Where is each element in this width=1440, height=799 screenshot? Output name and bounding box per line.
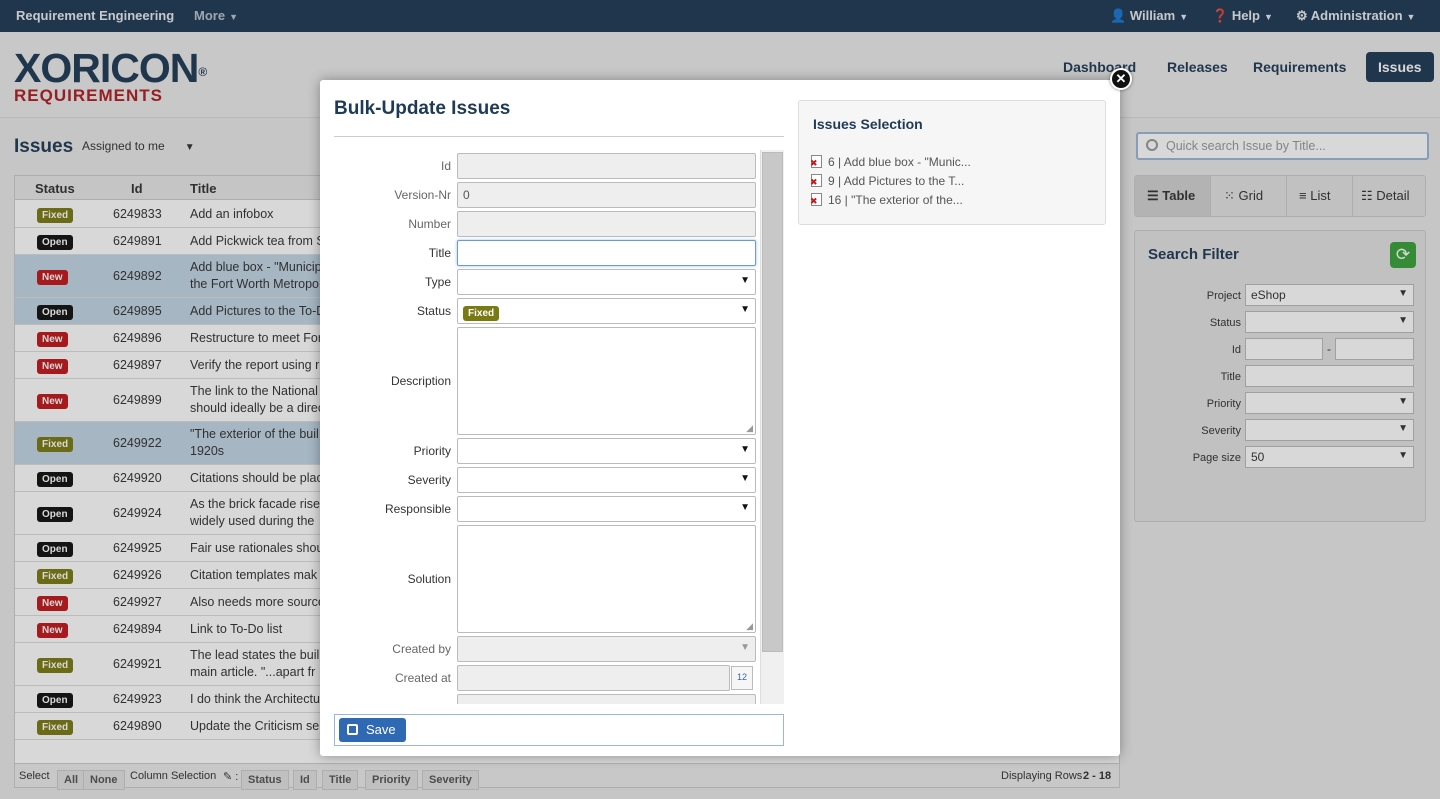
issues-selection-panel: Issues Selection 6 | Add blue box - "Mun…	[798, 100, 1106, 225]
caret-down-icon: ▼	[740, 473, 750, 484]
type-select[interactable]: ▼	[457, 269, 756, 295]
save-button[interactable]: Save	[339, 718, 406, 742]
number-label: Number	[408, 217, 451, 231]
caret-down-icon: ▼	[740, 642, 750, 653]
createdat-field	[457, 665, 730, 691]
scrollbar-thumb[interactable]	[762, 152, 783, 652]
createdby-select: ▼	[457, 636, 756, 662]
bulk-update-dialog: Bulk-Update Issues Id Version-Nr 0 Numbe…	[320, 80, 1120, 756]
close-icon[interactable]: ✕	[1110, 68, 1132, 90]
divider	[334, 136, 784, 137]
severity-select[interactable]: ▼	[457, 467, 756, 493]
calendar-icon[interactable]: 12	[731, 666, 753, 690]
save-bar: Save	[334, 714, 784, 746]
selection-item-label: 16 | "The exterior of the...	[828, 193, 963, 207]
version-field: 0	[457, 182, 756, 208]
caret-down-icon: ▼	[740, 502, 750, 513]
title-input[interactable]	[457, 240, 756, 266]
number-field	[457, 211, 756, 237]
type-label: Type	[424, 275, 451, 289]
description-textarea[interactable]: ◢	[457, 327, 756, 435]
responsible-label: Responsible	[384, 502, 451, 516]
createdat-label: Created at	[394, 671, 451, 685]
caret-down-icon: ▼	[740, 444, 750, 455]
solution-label: Solution	[407, 572, 451, 586]
version-value: 0	[463, 188, 470, 202]
severity-label: Severity	[407, 473, 451, 487]
title-label: Title	[428, 246, 451, 260]
save-label: Save	[366, 722, 396, 737]
caret-down-icon: ▼	[740, 304, 750, 315]
id-field	[457, 153, 756, 179]
bulk-update-form: Id Version-Nr 0 Number Title Type ▼ Stat…	[334, 150, 784, 704]
remove-document-icon[interactable]	[810, 174, 822, 188]
status-select[interactable]: Fixed ▼	[457, 298, 756, 324]
selection-item[interactable]: 16 | "The exterior of the...	[810, 193, 963, 207]
selection-item-label: 6 | Add blue box - "Munic...	[828, 155, 971, 169]
id-label: Id	[440, 159, 451, 173]
save-icon	[347, 724, 358, 735]
resize-handle-icon[interactable]: ◢	[746, 621, 753, 632]
form-scrollbar[interactable]	[760, 150, 784, 704]
version-label: Version-Nr	[394, 188, 451, 202]
responsible-select[interactable]: ▼	[457, 496, 756, 522]
priority-select[interactable]: ▼	[457, 438, 756, 464]
status-label: Status	[416, 304, 451, 318]
createdby-label: Created by	[392, 642, 451, 656]
status-badge: Fixed	[463, 306, 500, 321]
resize-handle-icon[interactable]: ◢	[746, 423, 753, 434]
selection-item-label: 9 | Add Pictures to the T...	[828, 174, 965, 188]
priority-label: Priority	[413, 444, 451, 458]
description-label: Description	[390, 374, 451, 388]
dialog-title: Bulk-Update Issues	[334, 98, 511, 119]
selection-item[interactable]: 6 | Add blue box - "Munic...	[810, 155, 971, 169]
remove-document-icon[interactable]	[810, 193, 822, 207]
caret-down-icon: ▼	[740, 275, 750, 286]
next-field	[457, 694, 756, 704]
remove-document-icon[interactable]	[810, 155, 822, 169]
selection-item[interactable]: 9 | Add Pictures to the T...	[810, 174, 965, 188]
solution-textarea[interactable]: ◢	[457, 525, 756, 633]
issues-selection-title: Issues Selection	[813, 116, 923, 132]
